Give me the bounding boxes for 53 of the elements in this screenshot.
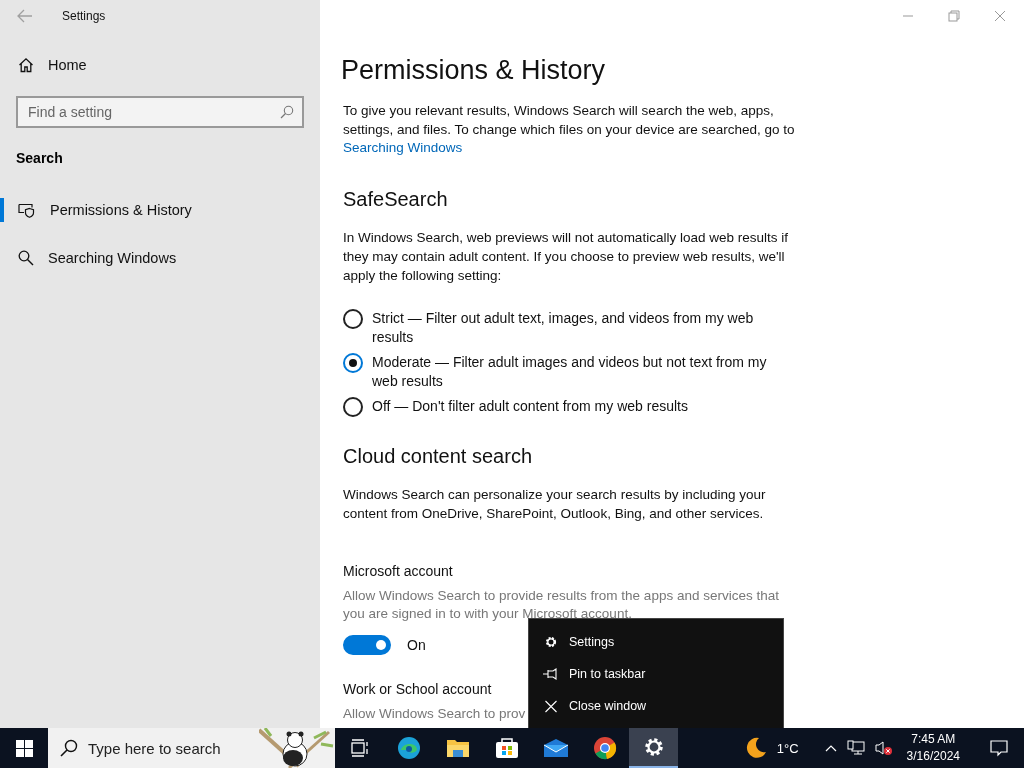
circle-logo-icon (592, 736, 617, 760)
toggle-label: On (407, 637, 426, 654)
searching-windows-link[interactable]: Searching Windows (343, 140, 463, 156)
notification-icon[interactable] (990, 739, 1008, 757)
network-icon[interactable] (846, 740, 865, 756)
search-icon (280, 105, 294, 119)
muted-speaker-icon[interactable] (874, 740, 893, 756)
search-icon (60, 739, 78, 757)
close-icon (543, 699, 559, 713)
setting-description: Allow Windows Search to provide results from the apps and services that you are signed in to with your Microsoft account. (343, 586, 780, 624)
shopping-bag-icon (494, 737, 519, 759)
moon-icon (744, 737, 767, 759)
setting-title: Microsoft account (343, 562, 453, 579)
radio-label: Moderate — Filter adult images and videos but not text from my web results (372, 353, 768, 391)
toggle-switch[interactable] (343, 635, 391, 656)
page-title: Permissions & History (341, 55, 607, 86)
home-nav-item[interactable]: Home (0, 41, 320, 89)
radio-label: Off — Don't filter adult content from my web results (372, 397, 689, 416)
gear-icon (642, 736, 665, 758)
description-text: In Windows Search, web previews will not automatically load web results if they may contain adult content. If you choose to preview web results, we'll apply the following setting: (343, 229, 789, 285)
menu-item[interactable]: Pin to taskbar (529, 658, 783, 690)
search-field[interactable]: Find a setting (16, 96, 304, 128)
sidebar-item[interactable]: Searching Windows (0, 234, 320, 282)
weather-temperature[interactable]: 1°C (776, 740, 799, 756)
radio-button[interactable] (343, 397, 363, 418)
section-heading: SafeSearch (343, 188, 449, 212)
envelope-icon (542, 738, 569, 758)
chevron-up-icon[interactable] (824, 744, 837, 752)
windows-logo-icon (15, 739, 33, 757)
radio-button[interactable] (343, 353, 363, 374)
section-heading: Search (16, 150, 64, 168)
folder-icon (445, 738, 470, 758)
setting-title: Work or School account (343, 681, 492, 698)
close-icon[interactable] (994, 10, 1006, 22)
section-heading: Cloud content search (343, 445, 533, 469)
shield-icon (18, 202, 36, 218)
home-icon (18, 57, 34, 73)
taskbar-search-field[interactable]: Type here to search (88, 739, 248, 757)
search-icon (18, 250, 34, 266)
radio-button[interactable] (343, 309, 363, 330)
menu-item[interactable]: Settings (529, 626, 783, 658)
description-text: Windows Search can personalize your search results by including your content from OneDrive, SharePoint, Outlook, Bing, and other services. (343, 486, 767, 523)
menu-item[interactable]: Close window (529, 690, 783, 722)
task-view-icon (349, 739, 370, 757)
pin-icon (543, 668, 559, 680)
taskbar-app-button[interactable] (629, 728, 678, 768)
gear-icon (543, 635, 559, 649)
radio-label: Strict — Filter out adult text, images, and videos from my web results (372, 309, 755, 347)
setting-description: Allow Windows Search to prov (343, 705, 526, 724)
sidebar-item[interactable]: Permissions & History (0, 186, 320, 234)
clock[interactable]: 7:45 AM 3/16/2024 (906, 731, 960, 765)
window-title: Settings (62, 9, 106, 23)
intro-text: To give you relevant results, Windows Search will search the web, apps, settings, and files. To change which files on your device are searched, go to Searching Windows (343, 102, 796, 158)
